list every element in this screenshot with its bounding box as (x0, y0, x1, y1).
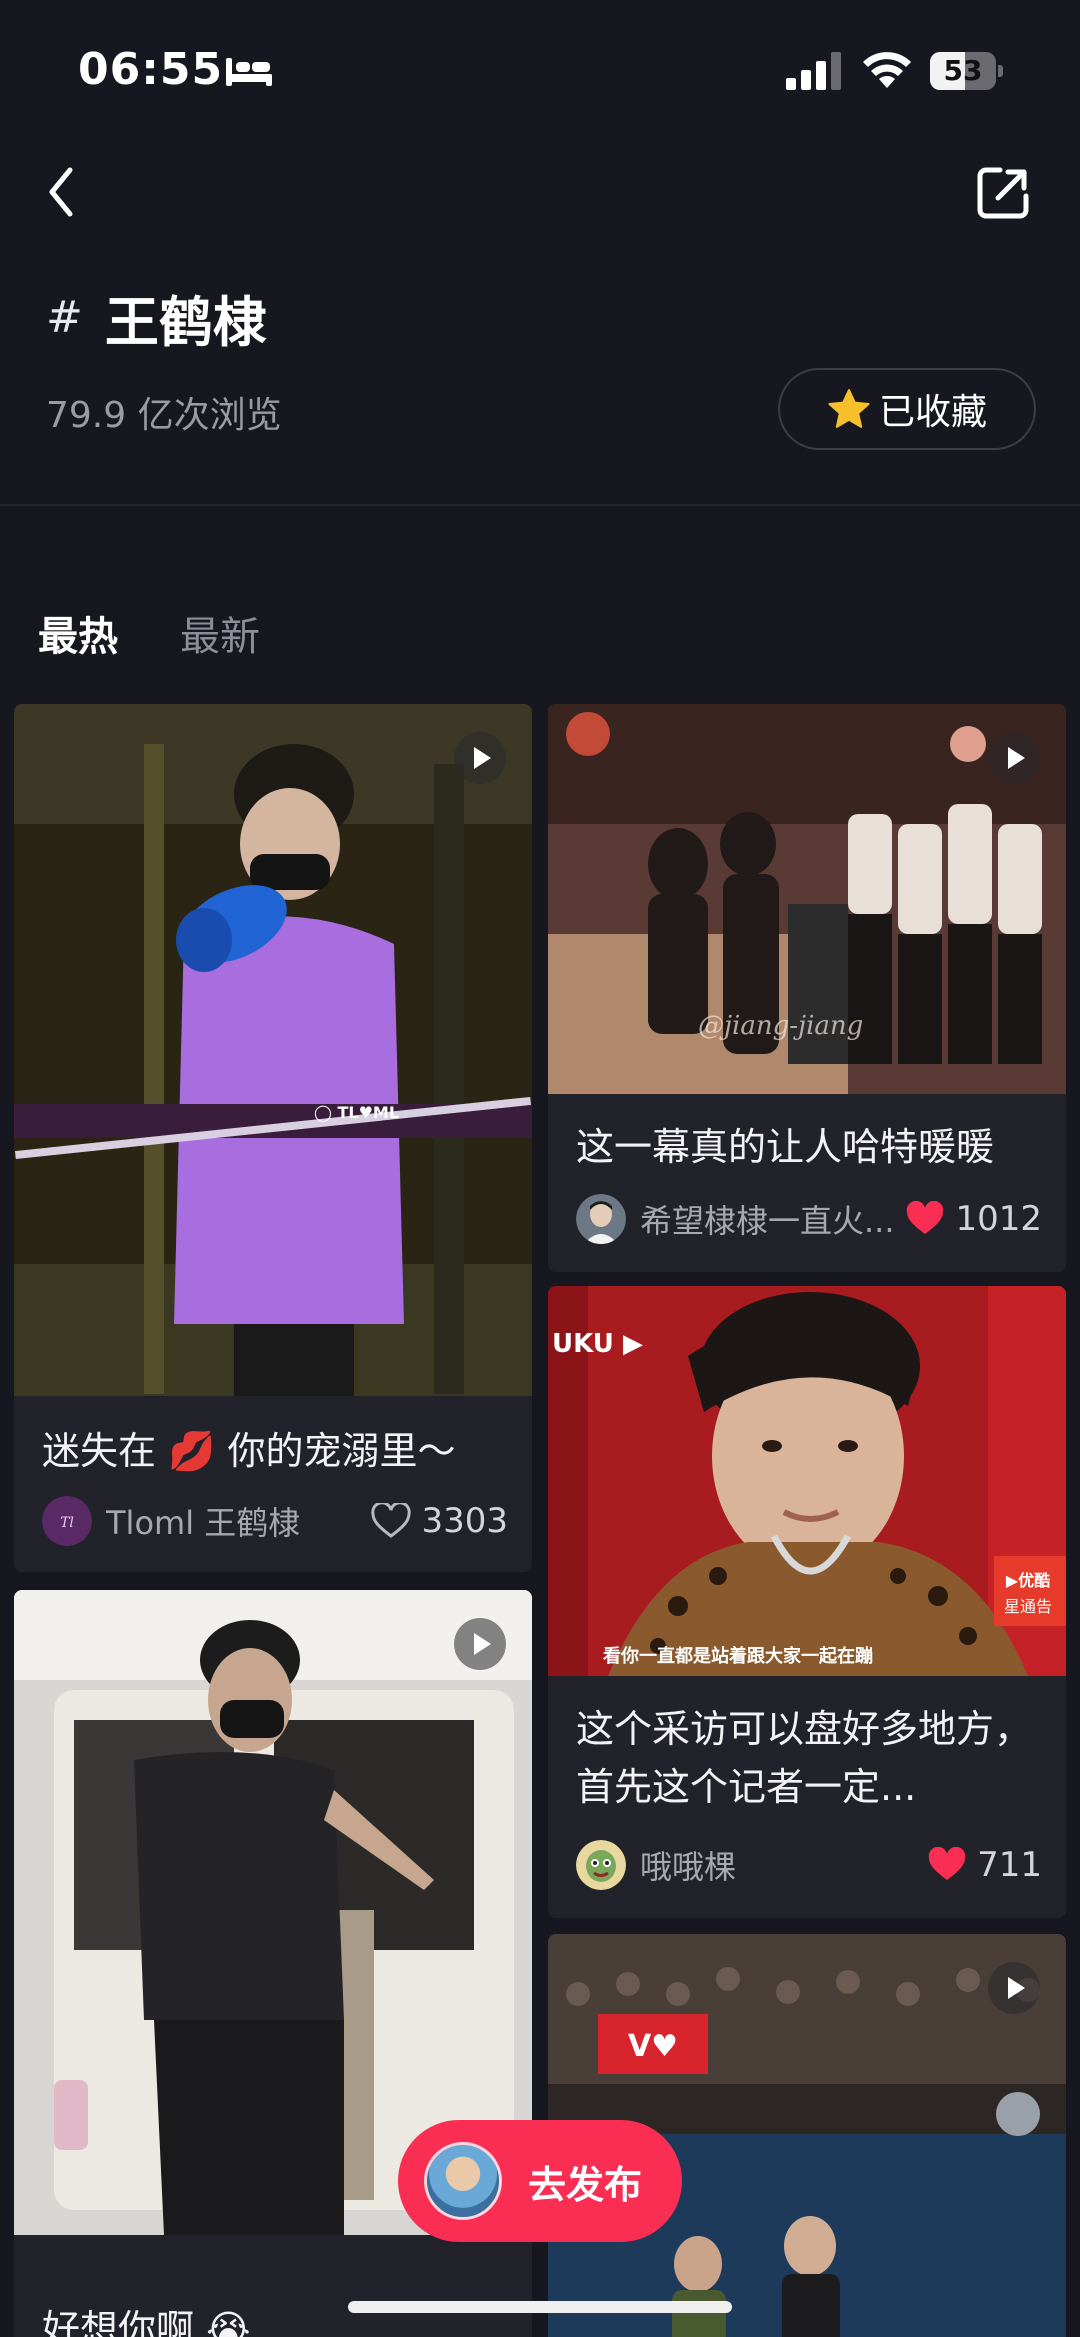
card-meta: 哦哦棵 711 (576, 1840, 1042, 1890)
status-bar: 06:55 53 (0, 0, 1080, 140)
like-count-value: 1012 (955, 1199, 1042, 1239)
publish-button-label: 去发布 (528, 2162, 643, 2207)
like-count[interactable]: 711 (927, 1845, 1042, 1885)
card-meta: Tl Tloml 王鹤棣 3303 (42, 1496, 508, 1546)
signal-icon (786, 52, 841, 90)
svg-text:Tl: Tl (60, 1515, 74, 1531)
author-name: 希望棣棣一直火... (640, 1202, 895, 1240)
sleep-icon (226, 58, 272, 86)
feed-card[interactable]: UKU ▶ ▶优酷 星通告 看你一直都是站着跟大家一起在蹦 这个采访可以盘好多地… (548, 1286, 1066, 1918)
play-icon (454, 1618, 506, 1670)
svg-text:@jiang-jiang: @jiang-jiang (698, 1011, 863, 1041)
collect-button-label: 已收藏 (878, 392, 987, 433)
card-title: 迷失在 💋 你的宠溺里～ (42, 1429, 456, 1473)
feed-card[interactable]: ◯ TL♥ML 迷失在 💋 你的宠溺里～ Tl Tloml 王鹤棣 3303 (14, 704, 532, 1572)
heart-filled-icon (928, 1847, 966, 1880)
svg-text:▶优酷: ▶优酷 (1006, 1571, 1050, 1590)
share-icon[interactable] (974, 164, 1032, 222)
avatar (576, 1840, 626, 1890)
video-thumbnail: ◯ TL♥ML (14, 704, 532, 1396)
heart-filled-icon (907, 1201, 944, 1234)
avatar (576, 1194, 626, 1244)
card-meta: 希望棣棣一直火... 1012 (576, 1194, 1042, 1244)
topic-view-count: 79.9 亿次浏览 (46, 395, 282, 436)
heart-outline-icon (371, 1503, 412, 1538)
author-name: Tloml 王鹤棣 (106, 1504, 301, 1542)
video-thumbnail: UKU ▶ ▶优酷 星通告 看你一直都是站着跟大家一起在蹦 (548, 1286, 1066, 1676)
svg-text:◯ TL♥ML: ◯ TL♥ML (314, 1103, 399, 1122)
home-indicator[interactable] (348, 2301, 732, 2313)
status-time: 06:55 (78, 44, 224, 95)
tab-latest[interactable]: 最新 (180, 604, 260, 662)
svg-text:UKU ▶: UKU ▶ (552, 1329, 643, 1359)
play-icon (988, 1962, 1040, 2014)
card-title: 这一幕真的让人哈特暖暖 (576, 1125, 995, 1169)
card-title: 这个采访可以盘好多地方，首先这个记者一定... (576, 1707, 1033, 1809)
svg-text:看你一直都是站着跟大家一起在蹦: 看你一直都是站着跟大家一起在蹦 (602, 1645, 873, 1667)
like-count[interactable]: 1012 (905, 1199, 1042, 1239)
avatar: Tl (42, 1496, 92, 1546)
topic-name: 王鹤棣 (104, 291, 267, 354)
author-name: 哦哦棵 (640, 1848, 737, 1886)
svg-text:星通告: 星通告 (1004, 1597, 1052, 1616)
back-icon[interactable] (40, 160, 84, 224)
avatar (424, 2142, 502, 2220)
like-count-value: 711 (977, 1845, 1042, 1885)
wifi-icon (863, 52, 911, 88)
like-count[interactable]: 3303 (371, 1501, 508, 1541)
tab-hot[interactable]: 最热 (38, 604, 118, 662)
like-count-value: 3303 (421, 1501, 508, 1541)
battery-indicator: 53 (930, 52, 1004, 90)
topic-title: # 王鹤棣 (46, 278, 267, 357)
feed-card[interactable]: @jiang-jiang 这一幕真的让人哈特暖暖 希望棣棣一直火... 1012 (548, 704, 1066, 1272)
collect-button[interactable]: 已收藏 (778, 368, 1036, 450)
hashtag-icon: # (46, 292, 83, 343)
svg-text:V♥: V♥ (628, 2029, 678, 2064)
star-icon (828, 389, 870, 428)
battery-percent: 53 (943, 54, 983, 87)
play-icon (988, 732, 1040, 784)
play-icon (454, 732, 506, 784)
divider (0, 504, 1080, 506)
publish-button[interactable]: 去发布 (398, 2120, 682, 2242)
